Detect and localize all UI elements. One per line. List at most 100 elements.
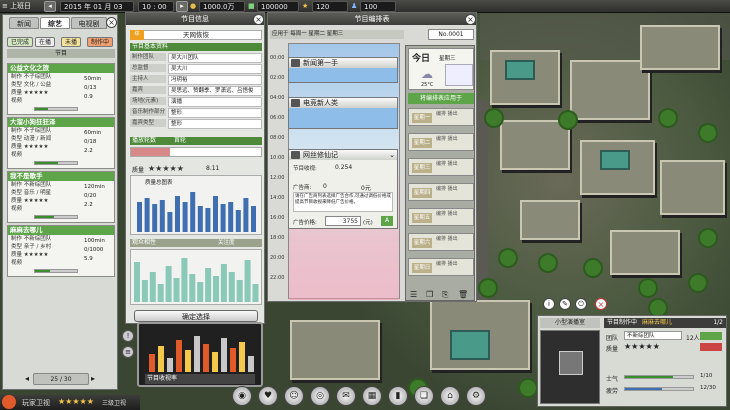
quality-bar (205, 208, 211, 232)
collapse-icon[interactable]: ⌄ (389, 150, 395, 160)
channel-level: 三级卫视 (102, 400, 127, 407)
ad-hint: 请在广告商列表选择广告合作,可通过调低价格或提高节目收视来降低广告价格。 (293, 192, 393, 212)
program-episodes: 0/20 (84, 193, 97, 199)
time-axis: 00:00 02:00 04:00 06:00 08:00 10:00 12:00 14:00… (270, 55, 286, 297)
building[interactable] (570, 60, 650, 120)
ratings-chart (149, 336, 254, 372)
slot-1[interactable]: 新闻第一手 (288, 57, 398, 83)
calendar-icon[interactable]: ▦ (362, 386, 382, 406)
slot-3-detail[interactable]: 网丝修仙记 ⌄ 节目收视: 0.254 广告商: 0 0元 请在广告商列表选择广… (288, 149, 398, 229)
field-value: 冯玥裕 (168, 75, 262, 85)
copy-icon[interactable]: ❐ (426, 290, 433, 299)
speed-button[interactable]: ▸ (176, 1, 188, 12)
apply-to-button[interactable]: 将编排表应用于 (408, 93, 474, 104)
price-input[interactable]: 3755 (325, 216, 361, 226)
quality-bar (243, 198, 249, 232)
weekday-row[interactable]: 星期四 编排 播出 (408, 183, 474, 201)
close-icon[interactable]: × (253, 14, 264, 25)
field-key: 嘉宾 (130, 86, 166, 94)
filter-airing[interactable]: 在播 (35, 37, 56, 47)
menu-icon[interactable]: ≡ (2, 1, 8, 12)
program-card[interactable]: 我不是歌手 制作 不新综团队 类型 音乐 / 明星 质量 ★★★★★ 视频 120min 0… (7, 171, 115, 223)
slot-2[interactable]: 电竞新人类 (288, 97, 398, 129)
weekday-row[interactable]: 星期五 编排 播出 (408, 208, 474, 226)
weekday-row[interactable]: 星期日 编排 播出 (408, 258, 474, 276)
program-card[interactable]: 大溜小狗狂狂泽 制作 不子综团队 类型 动漫 / 新闻 质量 ★★★★★ 视频 60min… (7, 117, 115, 169)
weekday-info: 编排 播出 (436, 211, 458, 217)
program-card[interactable]: 公益文化之旅 制作 不子综团队 类型 文化 / 公益 质量 ★★★★★ 视频 50min 0… (7, 63, 115, 115)
next-page-icon[interactable]: ▸ (91, 374, 95, 383)
building-icon[interactable]: ⌂ (440, 386, 460, 406)
building[interactable] (290, 320, 380, 380)
info-field: 嘉宾类型 整形 (130, 119, 262, 129)
gift-icon[interactable]: ✉ (336, 386, 356, 406)
notification-button[interactable]: ! (122, 330, 134, 342)
weekday-row[interactable]: 星期三 编排 播出 (408, 158, 474, 176)
money-display: 1000.0万元 (199, 1, 245, 22)
pager[interactable]: 25 / 30 (33, 373, 89, 385)
program-title: 麻麻去哪儿 (8, 226, 114, 235)
studio-count: 1/2 (713, 319, 723, 326)
people-icon[interactable]: ☺ (284, 386, 304, 406)
program-info-row: 类型 动漫 / 新闻 (11, 136, 52, 142)
tab-news[interactable]: 新闻 (9, 17, 39, 29)
building[interactable] (500, 120, 570, 170)
studio-status-bar: 节目制作中 麻麻去哪儿 1/2 (604, 318, 726, 328)
confirm-button[interactable]: 确定选择 (134, 310, 258, 322)
chart-icon[interactable]: ▮ (388, 386, 408, 406)
settings-icon[interactable]: ⚙ (466, 386, 486, 406)
list-icon[interactable]: ☰ (410, 290, 417, 299)
building[interactable] (660, 160, 725, 215)
close-icon[interactable]: × (595, 298, 607, 310)
weekday-label: 星期一 (412, 113, 432, 123)
book-icon[interactable]: ❏ (414, 386, 434, 406)
tab-variety[interactable]: 综艺 (40, 17, 70, 29)
program-rating: 2.2 (84, 202, 93, 208)
building[interactable] (520, 200, 580, 240)
team-value: 不新综团队 (624, 331, 682, 340)
target-icon[interactable]: ◎ (310, 386, 330, 406)
staff-badge (700, 332, 722, 340)
fans-display: 100000 (257, 1, 299, 12)
studio-map[interactable] (540, 330, 600, 404)
weekday-info: 编排 播出 (436, 261, 458, 267)
field-key: 制作团队 (130, 53, 166, 61)
audience-bar (197, 282, 204, 302)
camera-icon[interactable]: ◉ (232, 386, 252, 406)
weather-icon: ☁ (421, 67, 433, 81)
program-rating: 0.9 (84, 94, 93, 100)
close-icon[interactable]: × (106, 17, 117, 28)
info-icon[interactable]: i (543, 298, 555, 310)
tab-drama[interactable]: 电视剧 (71, 17, 107, 29)
quality-bar (152, 204, 158, 232)
delete-icon[interactable]: 🗑 (458, 290, 468, 299)
prev-day-button[interactable]: ◂ (44, 1, 56, 12)
paste-icon[interactable]: ⎘ (442, 290, 448, 300)
stats-button[interactable]: ≡ (122, 346, 134, 358)
building[interactable] (640, 25, 720, 70)
power-icon[interactable]: ⏻ (575, 298, 587, 310)
rating-section-header: 播放轮数 (130, 137, 262, 145)
filter-unaired[interactable]: 未播 (61, 37, 82, 47)
ratings-widget[interactable]: 节目收视率 (137, 322, 263, 387)
heart-icon[interactable]: ♥ (258, 386, 278, 406)
program-card[interactable]: 麻麻去哪儿 制作 不新综团队 类型 亲子 / 乡村 质量 ★★★★★ 视频 100min 0… (7, 225, 115, 277)
weekday-row[interactable]: 星期一 编排 播出 (408, 108, 474, 126)
weekday-row[interactable]: 星期二 编排 播出 (408, 133, 474, 151)
audience-bar (149, 272, 156, 302)
confirm-price-button[interactable]: A (381, 216, 393, 226)
building[interactable] (610, 230, 680, 275)
quality-bar (137, 202, 142, 232)
program-rating: 5.9 (84, 256, 93, 262)
weekday-row[interactable]: 星期六 编排 播出 (408, 233, 474, 251)
channel-logo-icon[interactable] (2, 395, 16, 409)
workday-label[interactable]: 上班日 (10, 1, 31, 12)
close-icon[interactable]: × (465, 14, 476, 25)
prev-page-icon[interactable]: ◂ (25, 374, 29, 383)
edit-icon[interactable]: ✎ (559, 298, 571, 310)
time-tick: 04:00 (270, 95, 285, 101)
filter-done[interactable]: 已完成 (7, 37, 34, 47)
ad-money: 0元 (361, 185, 371, 192)
filter-producing[interactable]: 制作中 (87, 37, 114, 47)
field-value: 整形 (168, 119, 262, 129)
